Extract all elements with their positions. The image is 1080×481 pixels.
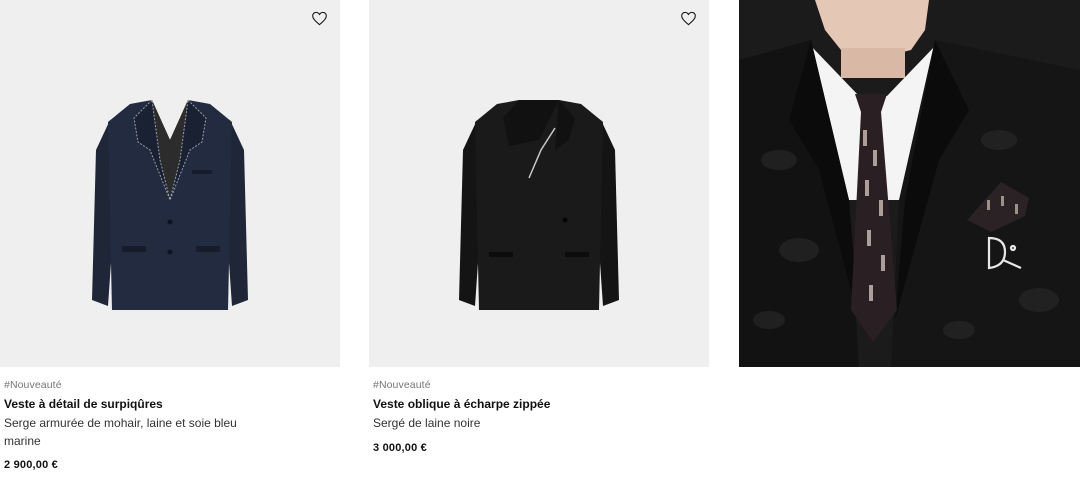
new-badge: #Nouveauté [4,379,62,391]
product-title[interactable]: Veste à détail de surpiqûres [4,397,340,412]
product-card[interactable]: #Nouveauté Veste à détail de surpiqûres … [0,0,340,471]
lookbook-card[interactable] [739,0,1080,367]
product-image-container[interactable] [369,0,709,367]
product-card[interactable]: #Nouveauté Veste oblique à écharpe zippé… [369,0,709,454]
product-title[interactable]: Veste oblique à écharpe zippée [373,397,709,412]
product-description: Serge armurée de mohair, laine et soie b… [4,416,237,448]
new-badge: #Nouveauté [373,379,431,391]
model-lookbook-image[interactable] [739,0,1080,367]
heart-icon [680,11,696,25]
product-info: #Nouveauté Veste oblique à écharpe zippé… [369,367,709,454]
product-info: #Nouveauté Veste à détail de surpiqûres … [0,367,340,471]
product-price: 3 000,00 € [373,442,427,454]
heart-icon [311,11,327,25]
wishlist-heart-button[interactable] [678,9,698,27]
product-description: Sergé de laine noire [373,416,481,430]
product-image-container[interactable] [0,0,340,367]
black-jacket-image[interactable] [369,0,709,367]
wishlist-heart-button[interactable] [309,9,329,27]
navy-jacket-image[interactable] [0,0,340,367]
lookbook-image-container[interactable] [739,0,1080,367]
product-price: 2 900,00 € [4,459,58,471]
